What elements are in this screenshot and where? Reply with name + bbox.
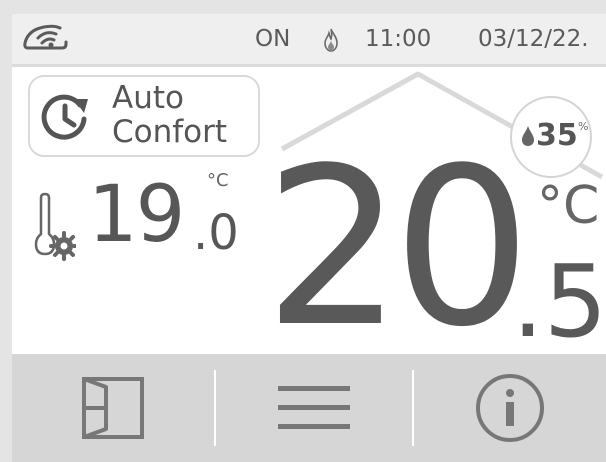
current-temperature-unit: °C: [537, 176, 600, 236]
schedule-clock-icon: [41, 94, 88, 140]
mode-line-1: Auto: [112, 80, 184, 116]
humidity-unit: %: [578, 120, 589, 133]
door-icon: [82, 377, 144, 439]
flame-icon: [324, 28, 338, 52]
clock-time: 11:00: [365, 26, 432, 52]
main-display: Auto Confort 35 % 19 .0 °C 20 .5 °C: [12, 67, 606, 369]
info-button[interactable]: [414, 354, 606, 462]
mode-button[interactable]: Auto Confort: [28, 75, 260, 157]
humidity-indicator: 35 %: [510, 96, 592, 178]
setpoint-temperature-decimal: .0: [193, 205, 239, 261]
status-bar: ON 11:00 03/12/22.: [12, 14, 606, 64]
menu-button[interactable]: [216, 354, 412, 462]
wifi-icon: [23, 24, 68, 50]
bottom-nav-bar: [12, 354, 606, 462]
water-drop-icon: [522, 126, 534, 146]
mode-line-2: Confort: [112, 114, 228, 150]
mode-label: Auto Confort: [112, 81, 227, 149]
setpoint-temperature-integer[interactable]: 19: [88, 165, 185, 265]
humidity-value: 35: [536, 118, 578, 153]
current-temperature-integer: 20: [264, 122, 531, 375]
thermostat-screen: ON 11:00 03/12/22. Auto Confort 35 % 19 …: [12, 14, 606, 462]
door-button[interactable]: [12, 354, 214, 462]
current-temperature-decimal: .5: [512, 243, 606, 360]
setpoint-unit: °C: [207, 170, 229, 191]
power-status: ON: [255, 26, 291, 52]
thermometer-settings-icon: [34, 192, 76, 261]
current-date: 03/12/22.: [478, 26, 589, 52]
info-icon: [476, 374, 544, 442]
menu-icon: [278, 386, 350, 429]
